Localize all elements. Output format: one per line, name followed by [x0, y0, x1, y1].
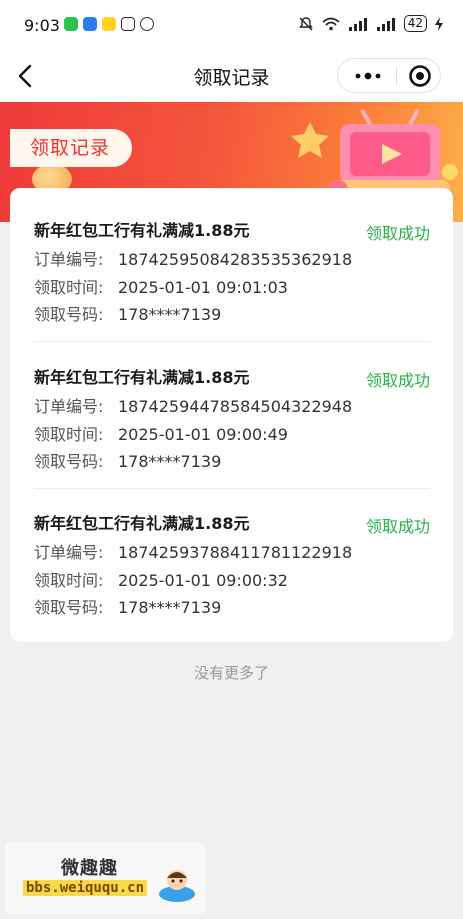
- wechat-icon: [64, 17, 78, 31]
- more-icon[interactable]: [352, 65, 384, 87]
- wifi-icon: [322, 17, 340, 30]
- record-phone-row: 领取号码: 178****7139: [34, 301, 221, 325]
- record-phone-row: 领取号码: 178****7139: [34, 594, 221, 618]
- mute-bell-icon: [298, 16, 313, 30]
- message-app-icon: [83, 17, 97, 31]
- claim-time: 2025-01-01 09:00:49: [118, 425, 288, 444]
- status-app-icons: [64, 17, 154, 31]
- time-label: 领取时间:: [34, 425, 104, 444]
- time-label: 领取时间:: [34, 571, 104, 590]
- claim-phone: 178****7139: [118, 598, 222, 617]
- record-order-row: 订单编号: 18742595084283535362918: [34, 246, 352, 270]
- order-label: 订单编号:: [34, 250, 104, 269]
- status-bar: 9:03 42: [0, 0, 463, 50]
- nfc-icon: [121, 17, 135, 31]
- phone-label: 领取号码:: [34, 305, 104, 324]
- claim-phone: 178****7139: [118, 305, 222, 324]
- order-number: 18742595084283535362918: [118, 250, 353, 269]
- status-right: 42: [298, 15, 443, 32]
- mini-program-capsule: [337, 58, 441, 93]
- record-item[interactable]: 新年红包工行有礼满减1.88元 领取成功 订单编号: 18742593788411…: [34, 481, 430, 627]
- record-status: 领取成功: [365, 224, 430, 243]
- app-notification-icon: [102, 17, 116, 31]
- capsule-divider: [396, 67, 397, 85]
- alarm-icon: [140, 17, 154, 31]
- close-mini-program-icon[interactable]: [408, 64, 432, 88]
- order-number: 18742593788411781122918: [118, 543, 353, 562]
- claim-phone: 178****7139: [118, 452, 222, 471]
- claim-time: 2025-01-01 09:01:03: [118, 278, 288, 297]
- battery-indicator: 42: [403, 15, 427, 32]
- no-more-text: 没有更多了: [193, 664, 269, 682]
- record-title: 新年红包工行有礼满减1.88元: [34, 368, 250, 387]
- status-time: 9:03: [24, 16, 60, 35]
- record-time-row: 领取时间: 2025-01-01 09:00:49: [34, 421, 288, 445]
- watermark-title: 微趣趣: [61, 858, 118, 879]
- record-status: 领取成功: [365, 371, 430, 390]
- signal-icon-1: [348, 17, 367, 31]
- banner-tag: 领取记录: [10, 129, 133, 167]
- record-phone-row: 领取号码: 178****7139: [34, 448, 221, 472]
- record-time-row: 领取时间: 2025-01-01 09:01:03: [34, 274, 288, 298]
- record-item[interactable]: 新年红包工行有礼满减1.88元 领取成功 订单编号: 18742594478584…: [34, 335, 430, 481]
- record-time-row: 领取时间: 2025-01-01 09:00:32: [34, 567, 288, 591]
- watermark-url: bbs.weiququ.cn: [23, 880, 148, 896]
- records-card: 新年红包工行有礼满减1.88元 领取成功 订单编号: 18742595084283…: [10, 188, 453, 642]
- time-label: 领取时间:: [34, 278, 104, 297]
- record-order-row: 订单编号: 18742594478584504322948: [34, 393, 352, 417]
- order-number: 18742594478584504322948: [118, 397, 353, 416]
- signal-icon-2: [376, 17, 395, 31]
- record-item[interactable]: 新年红包工行有礼满减1.88元 领取成功 订单编号: 18742595084283…: [34, 188, 430, 334]
- phone-label: 领取号码:: [34, 452, 104, 471]
- claim-time: 2025-01-01 09:00:32: [118, 571, 288, 590]
- order-label: 订单编号:: [34, 397, 104, 416]
- charging-icon: [435, 16, 443, 31]
- nav-bar: 领取记录: [0, 50, 463, 102]
- record-title: 新年红包工行有礼满减1.88元: [34, 514, 250, 533]
- record-order-row: 订单编号: 18742593788411781122918: [34, 539, 352, 563]
- order-label: 订单编号:: [34, 543, 104, 562]
- record-title: 新年红包工行有礼满减1.88元: [34, 221, 250, 240]
- watermark: 微趣趣 bbs.weiququ.cn: [5, 842, 205, 914]
- mascot-icon: [159, 870, 195, 902]
- record-status: 领取成功: [365, 517, 430, 536]
- phone-label: 领取号码:: [34, 598, 104, 617]
